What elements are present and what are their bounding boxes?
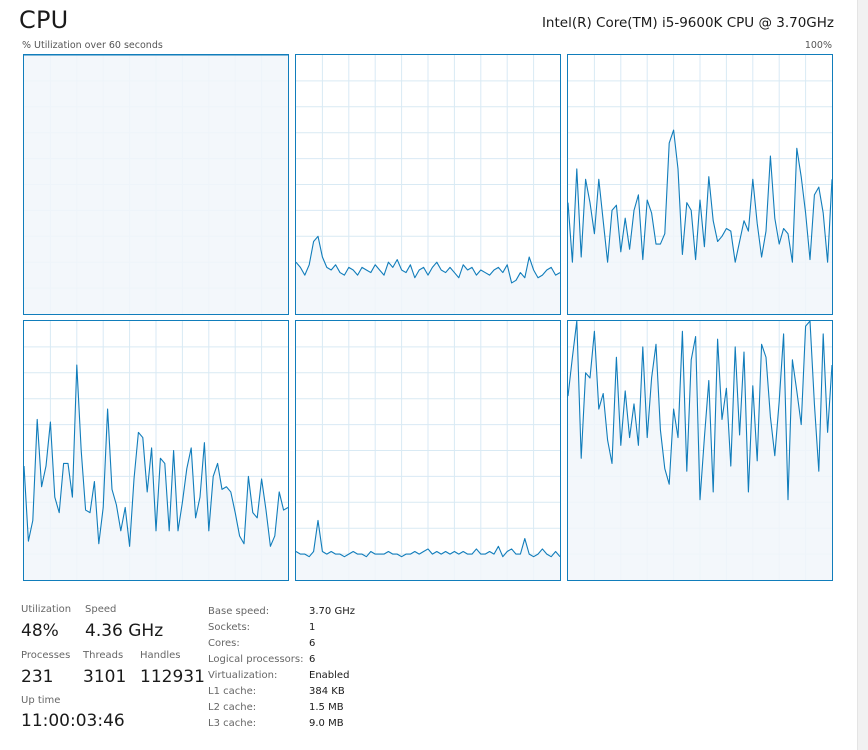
utilization-value: 48% [21, 621, 59, 641]
uptime-value: 11:00:03:46 [21, 711, 125, 731]
detail-value: 1 [309, 622, 316, 633]
vertical-scrollbar[interactable] [857, 0, 868, 750]
cpu-model-name: Intel(R) Core(TM) i5-9600K CPU @ 3.70GHz [541, 15, 834, 31]
handles-label: Handles [140, 650, 181, 661]
threads-label: Threads [83, 650, 124, 661]
cpu-graph-svg [24, 55, 288, 314]
speed-label: Speed [85, 604, 117, 615]
detail-label: Cores: [208, 638, 240, 649]
detail-value: 6 [309, 654, 316, 665]
cpu-graph-svg [296, 321, 560, 580]
detail-value: 1.5 MB [309, 702, 344, 713]
logical-processor-graph-1[interactable] [295, 54, 561, 315]
task-manager-cpu-page: CPU Intel(R) Core(TM) i5-9600K CPU @ 3.7… [0, 0, 868, 750]
processes-value: 231 [21, 667, 54, 687]
utilization-area [24, 55, 288, 314]
cpu-graph-svg [568, 55, 832, 314]
graph-caption: % Utilization over 60 seconds [22, 40, 163, 51]
utilization-label: Utilization [21, 604, 72, 615]
cpu-graph-svg [568, 321, 832, 580]
speed-value: 4.36 GHz [85, 621, 164, 641]
cpu-graphs-grid[interactable] [23, 54, 834, 582]
graph-max-label: 100% [804, 40, 832, 51]
detail-label: Virtualization: [208, 670, 278, 681]
logical-processor-graph-0[interactable] [23, 54, 289, 315]
logical-processor-graph-4[interactable] [295, 320, 561, 581]
detail-value: Enabled [309, 670, 350, 681]
detail-value: 6 [309, 638, 316, 649]
handles-value: 112931 [140, 667, 205, 687]
detail-label: L3 cache: [208, 718, 257, 729]
logical-processor-graph-2[interactable] [567, 54, 833, 315]
logical-processor-graph-5[interactable] [567, 320, 833, 581]
detail-label: L2 cache: [208, 702, 257, 713]
uptime-label: Up time [21, 695, 61, 706]
cpu-graph-svg [296, 55, 560, 314]
detail-value: 384 KB [309, 686, 345, 697]
processes-label: Processes [21, 650, 71, 661]
detail-label: Sockets: [208, 622, 251, 633]
detail-label: Base speed: [208, 606, 270, 617]
threads-value: 3101 [83, 667, 127, 687]
detail-label: L1 cache: [208, 686, 257, 697]
cpu-graph-svg [24, 321, 288, 580]
detail-label: Logical processors: [208, 654, 304, 665]
logical-processor-graph-3[interactable] [23, 320, 289, 581]
detail-value: 9.0 MB [309, 718, 344, 729]
detail-value: 3.70 GHz [309, 606, 355, 617]
page-title: CPU [19, 6, 69, 34]
